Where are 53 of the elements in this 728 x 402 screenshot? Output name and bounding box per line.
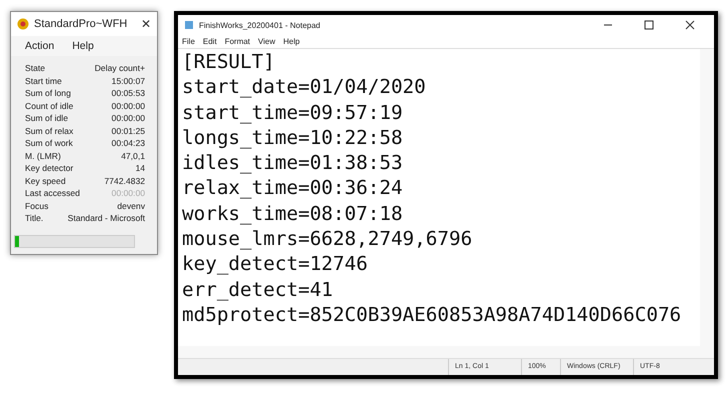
stat-value: 7742.4832 [104,174,145,187]
text-line: [RESULT] [182,49,276,74]
stat-value: devenv [117,200,145,212]
stat-value: 00:00:00 [112,112,145,124]
text-line: works_time=08:07:18 [182,200,404,226]
text-line: md5protect=852C0B39AE60853A98A74D140D66C076 [182,302,682,328]
menu-item[interactable]: View [258,37,276,46]
vertical-scrollbar[interactable] [700,49,714,346]
menu-item[interactable]: Help [283,37,300,46]
text-line: start_date=01/04/2020 [182,74,427,100]
window-title: StandardPro~WFH [34,18,128,30]
stat-label: Sum of long [25,87,71,100]
close-button[interactable] [685,20,695,30]
stat-label: Count of idle [25,100,74,112]
text-line: start_time=09:57:19 [182,100,404,125]
stat-label: State [25,62,46,74]
stat-value: 00:01:25 [112,124,145,137]
stat-label: Title. [25,212,44,224]
stat-value: 00:05:53 [112,87,145,100]
text-line: idles_time=01:38:53 [182,150,404,176]
stat-label: Start time [25,74,62,87]
text-line: mouse_lmrs=6628,2749,6796 [182,226,474,252]
menu-item[interactable]: Format [224,37,250,46]
stat-label: Sum of relax [25,124,74,137]
menu-item[interactable]: File [182,37,195,46]
stat-label: Focus [25,200,48,212]
stat-label: Last accessed [25,187,80,200]
close-button[interactable]: ✕ [141,17,151,31]
menu-item[interactable]: Help [72,40,94,52]
stat-label: Key speed [25,174,66,187]
maximize-button[interactable] [644,20,654,30]
text-line: err_detect=41 [182,276,334,302]
text-line: longs_time=10:22:58 [182,124,404,150]
stat-label: Sum of idle [25,112,68,124]
stat-value: 00:04:23 [112,137,145,150]
text-line: key_detect=12746 [182,251,369,277]
stat-label: M. (LMR) [25,150,61,162]
stat-value: 00:00:00 [112,187,145,200]
stat-value: Delay count+ [94,62,145,74]
stat-value: Standard - Microsoft [68,212,145,224]
window-title: FinishWorks_20200401 - Notepad [199,20,322,30]
app-logo-icon [17,18,29,30]
notepad-icon [184,20,194,30]
stat-label: Sum of work [25,137,73,150]
stat-value: 15:00:07 [112,74,145,87]
stat-value: 14 [135,162,145,174]
stat-value: 47,0,1 [121,150,145,162]
horizontal-scrollbar[interactable] [178,346,714,358]
menu-item[interactable]: Action [25,40,54,52]
stat-label: Key detector [25,162,74,174]
stat-value: 00:00:00 [112,100,145,112]
text-line: relax_time=00:36:24 [182,175,404,201]
menu-item[interactable]: Edit [202,37,217,46]
